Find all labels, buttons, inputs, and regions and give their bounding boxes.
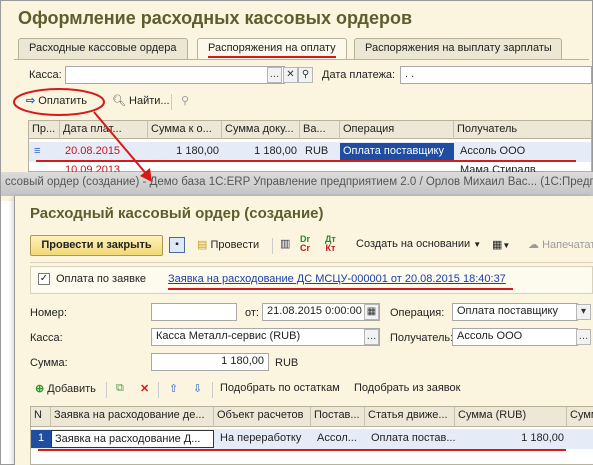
copy-row-icon[interactable]: ⧉ [112,380,128,400]
date-input[interactable]: 21.08.2015 0:00:00 [262,303,380,321]
kassa-filter-input[interactable] [65,66,285,84]
row-recipient: Ассоль ООО [460,145,526,157]
row-supplier: Ассол... [317,432,357,444]
toolbar-separator [158,382,159,398]
row-icon: ≡ [34,145,41,157]
delete-row-icon[interactable]: ✕ [136,380,153,400]
kassa-filter-select-button[interactable]: … [267,67,282,83]
by-request-checkbox[interactable]: ✓ [38,273,50,285]
cancel-search-icon[interactable]: ⚲ [177,92,193,112]
operation-select[interactable]: Оплата поставщику [452,303,578,321]
chevron-down-icon[interactable]: ▾ [576,304,591,320]
decryption-table: N Заявка на расходование де... Объект ра… [30,406,593,465]
column-header[interactable]: Операция [340,121,454,139]
pick-from-requests-button[interactable]: Подобрать из заявок [350,380,464,400]
print-button[interactable]: ☁ Напечатать [524,236,593,256]
recipient-select-button[interactable]: … [576,329,591,345]
dt-kt-icon[interactable]: Dr Cr [300,235,310,253]
column-header[interactable]: Статья движе... [365,407,455,427]
annotation-underline [38,449,566,451]
row-request[interactable]: Заявка на расходование Д... [51,430,214,448]
annotation-underline [168,288,513,290]
magnifier-icon: 🔍︎ [112,95,126,107]
number-input[interactable] [151,303,237,321]
tab-label: Расходные кассовые ордера [29,42,177,54]
pick-by-balance-button[interactable]: Подобрать по остаткам [216,380,344,400]
number-label: Номер: [30,307,67,319]
column-header[interactable]: N [31,407,51,427]
table-row[interactable]: 1 Заявка на расходование Д... На перераб… [31,429,593,449]
column-header[interactable]: Получатель [454,121,591,139]
plus-circle-icon: ⊕ [35,383,45,395]
dt-kt-movements-icon[interactable]: Дт Кт [325,235,336,253]
date-filter-input[interactable]: . . [400,66,592,84]
chevron-down-icon: ▼ [473,240,482,249]
move-down-icon[interactable]: ⇩ [189,380,206,400]
tab-salary-orders[interactable]: Распоряжения на выплату зарплаты [354,38,562,59]
save-icon[interactable]: ▪ [169,237,185,253]
annotation-underline [208,56,336,58]
move-up-icon[interactable]: ⇧ [165,380,182,400]
date-from-label: от: [245,307,259,319]
row-sum: 1 180,00 [521,432,564,444]
column-header[interactable]: Объект расчетов [214,407,311,427]
kassa-filter-clear-button[interactable]: ✕ [283,67,298,83]
column-header[interactable]: Постав... [311,407,365,427]
column-header[interactable]: Пр... [29,121,60,139]
column-header[interactable]: Ва... [300,121,340,139]
tab-cash-orders[interactable]: Расходные кассовые ордера [18,38,188,59]
kassa-filter-label: Касса: [29,69,62,81]
kassa-input[interactable]: Касса Металл-сервис (RUB) [151,328,380,346]
document-post-icon: ▤ [197,239,208,251]
operation-label: Операция: [390,307,445,319]
row-recipient: Мама Стиралв... [460,164,545,172]
row-currency: RUB [305,145,329,157]
row-object: На переработку [220,432,302,444]
kassa-label: Касса: [30,332,63,344]
recipient-label: Получатель: [390,332,454,344]
post-and-close-button[interactable]: Провести и закрыть [30,235,163,256]
tab-divider [14,59,589,60]
back-window-title: Оформление расходных кассовых ордеров [18,8,413,28]
toolbar-separator [106,382,107,398]
section-divider [30,262,593,263]
row-sum-doc: 1 180,00 [254,145,297,157]
cloud-icon: ☁ [528,239,539,251]
calendar-icon[interactable]: ▦ [364,304,379,320]
toolbar-separator [171,94,172,110]
print-options-icon[interactable]: ▦▼ [488,236,514,256]
date-filter-label: Дата платежа: [322,69,396,81]
column-header[interactable]: Сумма доку... [222,121,300,139]
print-button-label: Напечатать [542,239,593,251]
sum-label: Сумма: [30,357,68,369]
sum-currency: RUB [275,357,299,369]
sum-input[interactable]: 1 180,00 [151,353,269,371]
table-header: N Заявка на расходование де... Объект ра… [31,407,593,427]
front-window-title: Расходный кассовый ордер (создание) [30,205,324,222]
post-button-label: Провести [210,239,260,251]
column-header[interactable]: Заявка на расходование де... [51,407,214,427]
tab-label: Распоряжения на оплату [208,42,336,54]
post-button[interactable]: ▤ Провести [193,236,263,256]
by-request-label: Оплата по заявке [56,273,147,285]
kassa-filter-search-icon[interactable]: ⚲ [298,67,313,83]
toolbar-separator [272,238,273,254]
column-header[interactable]: Сумма (RUB) [455,407,567,427]
row-number: 1 [31,430,51,448]
create-based-on-button[interactable]: Создать на основании ▼ [352,236,485,256]
row-operation: Оплата поставщику [340,143,454,161]
create-based-on-label: Создать на основании [356,238,471,250]
add-row-button[interactable]: ⊕ Добавить [31,380,100,400]
add-row-label: Добавить [47,383,96,395]
request-link[interactable]: Заявка на расходование ДС МСЦУ-000001 от… [168,273,506,285]
row-item: Оплата постав... [371,432,455,444]
toolbar-separator [212,382,213,398]
annotation-arrow [93,111,152,182]
recipient-input[interactable]: Ассоль ООО [452,328,578,346]
column-header[interactable]: Сумм [567,407,593,427]
tab-label: Распоряжения на выплату зарплаты [365,42,552,54]
kassa-select-button[interactable]: … [364,329,379,345]
journal-icon[interactable]: ▥ [280,237,290,250]
find-button-label: Найти... [129,95,170,107]
